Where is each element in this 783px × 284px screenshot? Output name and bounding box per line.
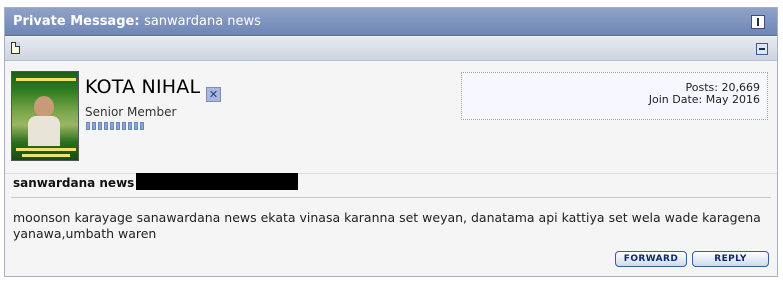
reputation-pip bbox=[98, 122, 102, 130]
reply-button[interactable]: REPLY bbox=[692, 251, 769, 267]
reputation-pip bbox=[134, 122, 138, 130]
private-message-panel: Private Message: sanwardana news KOTA NI… bbox=[4, 7, 778, 277]
document-icon bbox=[11, 42, 20, 54]
divider bbox=[11, 197, 771, 198]
reputation-bar bbox=[86, 122, 144, 130]
join-date: Join Date: May 2016 bbox=[648, 93, 760, 106]
reputation-pip bbox=[110, 122, 114, 130]
redacted-block bbox=[136, 173, 298, 190]
reputation-pip bbox=[140, 122, 144, 130]
username-link[interactable]: KOTA NIHAL bbox=[85, 76, 200, 98]
reputation-pip bbox=[128, 122, 132, 130]
message-toolbar bbox=[5, 37, 777, 61]
title-bar: Private Message: sanwardana news bbox=[5, 8, 777, 36]
collapse-icon[interactable] bbox=[756, 43, 768, 55]
forward-button[interactable]: FORWARD bbox=[615, 251, 687, 267]
avatar[interactable] bbox=[11, 71, 79, 161]
page-title: Private Message: sanwardana news bbox=[13, 14, 261, 29]
user-title: Senior Member bbox=[85, 105, 177, 119]
reputation-pip bbox=[86, 122, 90, 130]
reputation-pip bbox=[92, 122, 96, 130]
message-title: sanwardana news - bbox=[13, 176, 144, 190]
reputation-pip bbox=[104, 122, 108, 130]
reputation-pip bbox=[122, 122, 126, 130]
user-stats: Posts: 20,669 Join Date: May 2016 bbox=[461, 72, 768, 120]
reputation-pip bbox=[116, 122, 120, 130]
user-info: KOTA NIHAL ✕ Senior Member Posts: 20,669… bbox=[5, 62, 777, 174]
info-icon[interactable] bbox=[751, 15, 765, 29]
message-body: moonson karayage sanawardana news ekata … bbox=[13, 210, 761, 241]
title-prefix: Private Message: bbox=[13, 14, 140, 29]
message-subject: sanwardana news bbox=[144, 14, 261, 29]
offline-icon: ✕ bbox=[206, 87, 221, 102]
